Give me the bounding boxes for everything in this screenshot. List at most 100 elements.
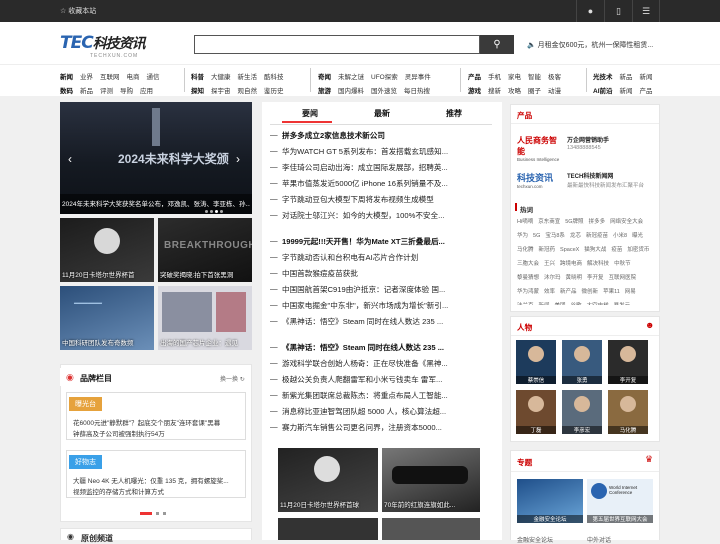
nav-link[interactable]: 圈子 bbox=[528, 85, 541, 95]
nav-link[interactable]: 奇闻 bbox=[318, 71, 331, 81]
nav-link[interactable]: 家电 bbox=[508, 71, 521, 81]
nav-link[interactable]: 互联网 bbox=[100, 71, 120, 81]
nav-link[interactable]: 电商 bbox=[127, 71, 140, 81]
thumb-robot[interactable]: 11月20日卡塔尔世界杯首 bbox=[60, 218, 154, 282]
nav-link[interactable]: 搜新 bbox=[488, 85, 501, 95]
news-item[interactable]: 新紫光集团联席总裁陈杰：将重点布局人工智能... bbox=[282, 390, 490, 401]
news-item[interactable]: 中国首款猴痘疫苗获批 bbox=[282, 268, 490, 279]
hotword-tag[interactable]: SpaceX bbox=[560, 247, 579, 253]
hotword-tag[interactable]: 猫狗大战 bbox=[584, 245, 606, 253]
brand-item[interactable]: 视频监控的存储方式和计算方式 bbox=[73, 486, 243, 496]
news-item[interactable]: 中国国航首架C919由沪抵京：记者深度体验 国... bbox=[282, 284, 490, 295]
hotword-tag[interactable]: 美团 bbox=[555, 301, 566, 305]
hotword-tag[interactable]: 5G牌照 bbox=[565, 217, 583, 225]
nav-link[interactable]: 探宇宙 bbox=[211, 85, 231, 95]
site-logo[interactable]: TEC科技资讯 TECHXUN.COM bbox=[60, 33, 170, 59]
hotword-tag[interactable]: 中秋节 bbox=[614, 259, 631, 267]
person-card[interactable]: 李开复 bbox=[608, 340, 648, 384]
chevron-right-icon[interactable]: › bbox=[236, 152, 240, 166]
hotword-tag[interactable]: 新冠疫苗 bbox=[586, 231, 608, 239]
hotword-tag[interactable]: 曝光 bbox=[632, 231, 643, 239]
person-card[interactable]: 马化腾 bbox=[608, 390, 648, 434]
news-item[interactable]: 极越公关负责人爬翻雷军和小米亏钱卖车 雷军... bbox=[282, 374, 490, 385]
hotword-tag[interactable]: 马化腾 bbox=[517, 245, 534, 253]
hotword-tag[interactable]: 京东商宣 bbox=[538, 217, 560, 225]
favorite-link[interactable]: ☆ 收藏本站 bbox=[60, 6, 96, 16]
brand-box-goods[interactable]: 好物志 大疆 Neo 4K 无人机曝光：仅重 135 克，拥有螺旋桨... 视频… bbox=[66, 450, 246, 498]
carousel-dots[interactable] bbox=[205, 208, 225, 214]
news-item[interactable]: 对话院士邬江兴：如今的大模型，100%不安全... bbox=[282, 210, 490, 221]
news-item[interactable]: 李佳琦公司启动出海：成立国际发展部，招聘英... bbox=[282, 162, 490, 173]
hotword-tag[interactable]: 沐尔玛 bbox=[544, 273, 561, 281]
bottom-thumb-robot[interactable]: 11月20日卡塔尔世界杯首球 bbox=[278, 448, 378, 512]
search-input[interactable] bbox=[194, 35, 480, 54]
nav-link[interactable]: 国内爆料 bbox=[338, 85, 364, 95]
mobile-icon[interactable]: ▯ bbox=[604, 0, 632, 22]
hotword-tag[interactable]: 三胞大会 bbox=[517, 259, 539, 267]
nav-link[interactable]: 数码 bbox=[60, 85, 73, 95]
nav-link[interactable]: 灵异事件 bbox=[405, 71, 431, 81]
news-item[interactable]: 字节跳动豆包大模型下周将发布视频生成模型 bbox=[282, 194, 490, 205]
nav-link[interactable]: 新品 bbox=[620, 71, 633, 81]
wechat-icon[interactable]: ● bbox=[576, 0, 604, 22]
person-card[interactable]: 丁磊 bbox=[516, 390, 556, 434]
renmin-logo[interactable]: 人民商务智能 Business Intelligence bbox=[517, 135, 561, 162]
thumb-research[interactable]: —— 中国科研团队发布奇数频 bbox=[60, 286, 154, 350]
hotword-tag[interactable]: 网易 bbox=[625, 287, 636, 295]
hotword-tag[interactable]: 王兴 bbox=[544, 259, 555, 267]
news-item[interactable]: 赛力斯汽车销售公司更名问界，注册资本5000... bbox=[282, 422, 490, 433]
tab-headlines[interactable]: 要闻 bbox=[280, 108, 340, 119]
nav-link[interactable]: 产品 bbox=[640, 85, 653, 95]
hotword-tag[interactable]: 新冠药 bbox=[539, 245, 556, 253]
nav-link[interactable]: 国外速览 bbox=[371, 85, 397, 95]
hotword-tag[interactable]: 微创新 bbox=[582, 287, 599, 295]
notice-ticker[interactable]: 🔈 月租金仅600元，杭州一保障性租赁... bbox=[527, 40, 657, 50]
person-card[interactable]: 蔡崇信 bbox=[516, 340, 556, 384]
thumb-breakthrough[interactable]: BREAKTHROUGH 突破奖揭晓:拍下首张黑洞 bbox=[158, 218, 252, 282]
nav-link[interactable]: 鉴历史 bbox=[264, 85, 284, 95]
nav-link[interactable]: 新闻 bbox=[640, 71, 653, 81]
person-card[interactable]: 李彦宏 bbox=[562, 390, 602, 434]
brand-item[interactable]: 大疆 Neo 4K 无人机曝光：仅重 135 克，拥有螺旋桨... bbox=[73, 475, 243, 485]
news-item[interactable]: 19999元起!!!天开售！华为Mate XT三折叠最后... bbox=[282, 236, 490, 247]
carousel-caption[interactable]: 2024年未来科学大奖获奖名单公布，邓逸凯、张涛、李亚栋、孙... bbox=[62, 198, 250, 208]
nav-link[interactable]: 业界 bbox=[80, 71, 93, 81]
hotword-tag[interactable]: 拼多多 bbox=[589, 217, 606, 225]
nav-link[interactable]: 动漫 bbox=[548, 85, 561, 95]
bottom-thumb-car[interactable]: 70年前的红旗连旗如此... bbox=[382, 448, 480, 512]
hotword-tag[interactable]: 小米8 bbox=[613, 231, 627, 239]
hotword-tag[interactable]: 解决科技 bbox=[587, 259, 609, 267]
news-item[interactable]: 《黑神话：悟空》Steam 同时在线人数达 235 ... bbox=[282, 316, 490, 327]
nav-link[interactable]: 观自然 bbox=[238, 85, 258, 95]
bottom-thumb-3[interactable] bbox=[278, 518, 378, 540]
hotword-tag[interactable]: Hi嘀嘀 bbox=[517, 217, 533, 225]
hotword-tag[interactable]: 新产品 bbox=[560, 287, 577, 295]
hero-carousel[interactable]: 2024未来科学大奖颁 2024年未来科学大奖获奖名单公布，邓逸凯、张涛、李亚栋… bbox=[60, 102, 252, 214]
nav-link[interactable]: 探知 bbox=[191, 85, 204, 95]
news-item[interactable]: 华为WATCH GT 5系列发布：首发搭载玄玑感知... bbox=[282, 146, 490, 157]
brand-item[interactable]: 花6000元进"静默群"？起底交个朋友"连环套课"黑幕 bbox=[73, 417, 243, 427]
nav-link[interactable]: 科普 bbox=[191, 71, 204, 81]
nav-link[interactable]: 攻略 bbox=[508, 85, 521, 95]
news-item[interactable]: 消息称比亚迪智驾团队超 5000 人，核心算法超... bbox=[282, 406, 490, 417]
hotword-tag[interactable]: 宝马8系 bbox=[545, 231, 565, 239]
nav-link[interactable]: 极客 bbox=[548, 71, 561, 81]
nav-link[interactable]: 旅游 bbox=[318, 85, 331, 95]
news-item[interactable]: 中国家电掘金"中东非"，新兴市场成为增长"新引... bbox=[282, 300, 490, 311]
hotword-tag[interactable]: 黎曼猜想 bbox=[517, 273, 539, 281]
hotword-tag[interactable]: 黄晓明 bbox=[566, 273, 583, 281]
topic-wic[interactable]: World Internet Conference 第五届世界互联网大会 bbox=[587, 479, 653, 523]
product-name[interactable]: TECH科技新闻网 bbox=[567, 171, 613, 180]
tab-latest[interactable]: 最新 bbox=[352, 108, 412, 119]
chevron-left-icon[interactable]: ‹ bbox=[68, 152, 72, 166]
hotword-tag[interactable]: 互联网医院 bbox=[609, 273, 637, 281]
nav-link[interactable]: 酷科技 bbox=[264, 71, 284, 81]
news-item[interactable]: 苹果市值蒸发近5000亿 iPhone 16系列销量不及... bbox=[282, 178, 490, 189]
hotword-tag[interactable]: 龙芯 bbox=[570, 231, 581, 239]
hotword-tag[interactable]: 李开复 bbox=[587, 273, 604, 281]
person-card[interactable]: 张勇 bbox=[562, 340, 602, 384]
hotword-tag[interactable]: 苹果11 bbox=[603, 287, 620, 295]
switch-button[interactable]: 换一换 ↻ bbox=[220, 374, 245, 383]
tech-logo[interactable]: 科技资讯 techxun.com bbox=[517, 171, 561, 191]
news-item[interactable]: 拼多多成立2家信息技术新公司 bbox=[282, 130, 490, 141]
